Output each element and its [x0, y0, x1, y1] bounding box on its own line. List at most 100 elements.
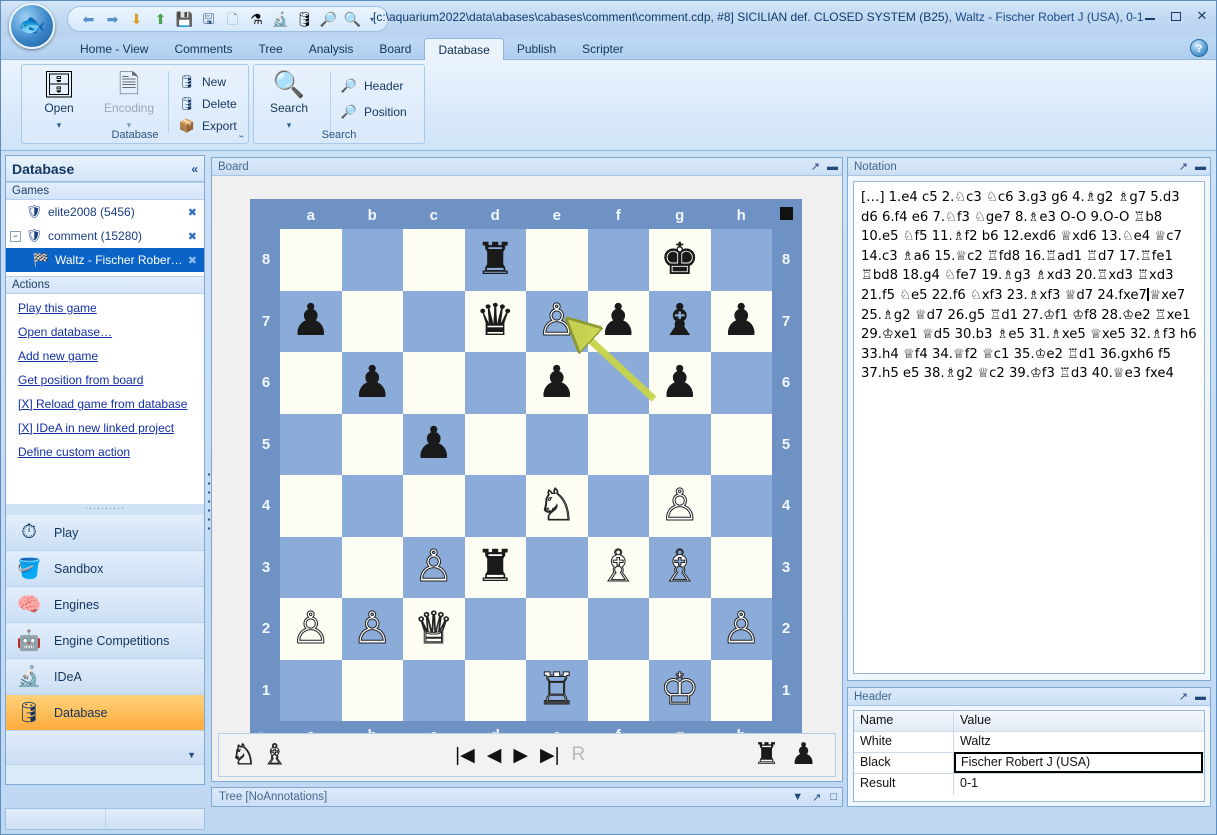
table-row[interactable]: Black Fischer Robert J (USA) [854, 752, 1204, 774]
microscope-icon[interactable]: 🔬 [270, 9, 291, 30]
board-square-e5[interactable] [526, 413, 588, 475]
board-square-g7[interactable]: ♝ [649, 290, 711, 352]
tree-item-elite2008[interactable]: 🛡 elite2008 (5456) ✖ [6, 200, 204, 224]
back-arrow-icon[interactable]: ⬅ [78, 9, 99, 30]
board-square-e7[interactable]: ♙ [526, 290, 588, 352]
replay-button[interactable]: R [572, 744, 586, 766]
first-move-button[interactable]: |◀ [455, 744, 475, 767]
popout-icon[interactable]: ↗ [1179, 690, 1188, 703]
piece-black-k[interactable]: ♚ [660, 237, 699, 282]
piece-white-p[interactable]: ♙ [721, 606, 761, 651]
tab-board[interactable]: Board [366, 38, 424, 60]
tree-strip[interactable]: Tree [NoAnnotations] ▼ ↗ □ [211, 787, 843, 807]
board-square-a1[interactable] [280, 659, 342, 721]
board-square-d8[interactable]: ♜ [464, 229, 526, 291]
action-add-new-game[interactable]: Add new game [18, 349, 204, 363]
board-square-d4[interactable] [464, 475, 526, 537]
tab-home-view[interactable]: Home - View [67, 38, 161, 60]
minimize-panel-icon[interactable]: ▬ [1195, 161, 1206, 173]
action-play-this-game[interactable]: Play this game [18, 301, 204, 315]
board-square-a2[interactable]: ♙ [280, 598, 342, 660]
board-square-h5[interactable] [710, 413, 772, 475]
piece-black-p[interactable]: ♟ [414, 422, 453, 466]
new-database-button[interactable]: 🛢 New [176, 71, 226, 93]
board-square-c7[interactable] [403, 290, 465, 352]
board-square-e3[interactable] [526, 536, 588, 598]
minimize-panel-icon[interactable]: ▬ [827, 161, 838, 173]
panel-grip[interactable]: ·········· [6, 504, 204, 515]
board-square-e8[interactable] [526, 229, 588, 291]
board-square-f6[interactable] [587, 352, 649, 414]
board-square-h4[interactable] [710, 475, 772, 537]
board-square-f4[interactable] [587, 475, 649, 537]
search-button[interactable]: 🔍 Search ▾ [258, 69, 320, 131]
sidebar-item-play[interactable]: ⏱ Play [6, 515, 204, 551]
forward-arrow-icon[interactable]: ➡ [102, 9, 123, 30]
action-idea-in-new-linked-project[interactable]: [X] IDeA in new linked project [18, 421, 204, 435]
maximize-panel-icon[interactable]: □ [830, 791, 837, 804]
tab-tree[interactable]: Tree [245, 38, 295, 60]
popout-icon[interactable]: ↗ [811, 160, 820, 173]
save-icon[interactable]: 💾 [174, 9, 195, 30]
board-square-b5[interactable] [341, 413, 403, 475]
action-open-database[interactable]: Open database… [18, 325, 204, 339]
notation-text[interactable]: […] 1.e4 c5 2.♘c3 ♘c6 3.g3 g6 4.♗g2 ♗g7 … [853, 181, 1205, 674]
piece-white-b[interactable]: ♗ [598, 544, 638, 589]
board-square-c2[interactable]: ♕ [403, 598, 465, 660]
expander-icon[interactable]: − [10, 230, 21, 242]
sidebar-item-sandbox[interactable]: 🪣 Sandbox [6, 551, 204, 587]
popout-icon[interactable]: ↗ [812, 791, 821, 804]
board-square-g5[interactable] [649, 413, 711, 475]
help-icon[interactable]: ? [1190, 39, 1208, 57]
board-square-d1[interactable] [464, 659, 526, 721]
piece-white-p[interactable]: ♙ [537, 298, 577, 343]
board-square-b3[interactable] [341, 536, 403, 598]
board-square-h8[interactable] [710, 229, 772, 291]
chevron-down-icon[interactable]: ▼ [792, 791, 803, 804]
board-square-d2[interactable] [464, 598, 526, 660]
board-square-d6[interactable] [464, 352, 526, 414]
piece-black-p[interactable]: ♟ [353, 360, 392, 405]
tab-comments[interactable]: Comments [161, 38, 245, 60]
board-square-b4[interactable] [341, 475, 403, 537]
action-get-position-from-board[interactable]: Get position from board [18, 373, 204, 387]
sidebar-item-engine-competitions[interactable]: 🤖 Engine Competitions [6, 623, 204, 659]
tab-analysis[interactable]: Analysis [296, 38, 367, 60]
tab-publish[interactable]: Publish [504, 38, 569, 60]
piece-white-k[interactable]: ♔ [660, 667, 700, 712]
dialog-launcher-icon[interactable]: ⌁ [239, 131, 244, 142]
piece-white-p[interactable]: ♙ [414, 544, 454, 589]
piece-black-r[interactable]: ♜ [476, 545, 515, 589]
sidebar-item-database[interactable]: 🛢 Database [6, 695, 204, 731]
new-document-icon[interactable]: 🗋 [222, 9, 243, 30]
board-square-h7[interactable]: ♟ [710, 290, 772, 352]
piece-black-r[interactable]: ♜ [476, 237, 515, 282]
tab-database[interactable]: Database [424, 38, 504, 60]
minimize-panel-icon[interactable]: ▬ [1195, 691, 1206, 703]
board-square-a7[interactable]: ♟ [280, 290, 342, 352]
board-square-c3[interactable]: ♙ [403, 536, 465, 598]
sidebar-item-idea[interactable]: 🔬 IDeA [6, 659, 204, 695]
download-arrow-icon[interactable]: ⬇ [126, 9, 147, 30]
white-knight-icon[interactable]: ♘ [230, 740, 256, 769]
previous-move-button[interactable]: ◀ [487, 744, 502, 767]
board-square-a4[interactable] [280, 475, 342, 537]
board-square-f3[interactable]: ♗ [587, 536, 649, 598]
piece-black-b[interactable]: ♝ [660, 299, 699, 343]
board-square-a8[interactable] [280, 229, 342, 291]
search-position-button[interactable]: 🔎 Position [338, 101, 407, 123]
board-square-f5[interactable] [587, 413, 649, 475]
board-square-b8[interactable] [341, 229, 403, 291]
piece-black-p[interactable]: ♟ [537, 360, 576, 405]
collapse-icon[interactable]: « [191, 162, 198, 176]
piece-white-p[interactable]: ♙ [352, 606, 392, 651]
board-square-h6[interactable] [710, 352, 772, 414]
nav-more-icon[interactable]: ▼ [187, 750, 196, 760]
action-reload-game-from-database[interactable]: [X] Reload game from database [18, 397, 204, 411]
minimize-button[interactable] [1142, 9, 1158, 23]
board-square-e2[interactable] [526, 598, 588, 660]
close-item-icon[interactable]: ✖ [188, 206, 197, 219]
open-database-button[interactable]: 🗄 Open ▾ [28, 69, 90, 131]
popout-icon[interactable]: ↗ [1179, 160, 1188, 173]
board-square-g2[interactable] [649, 598, 711, 660]
